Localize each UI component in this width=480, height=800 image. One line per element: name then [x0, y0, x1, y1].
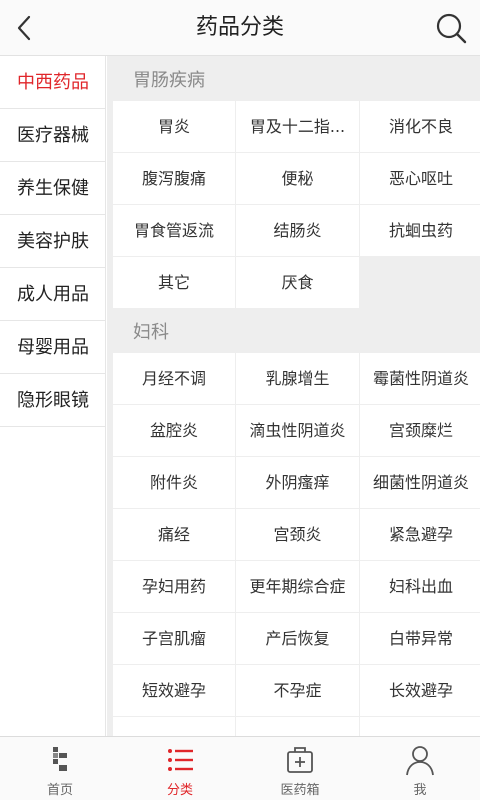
tab-category[interactable]: 分类 [120, 737, 240, 800]
user-icon [406, 746, 434, 776]
tab-label: 分类 [166, 783, 193, 798]
tab-home[interactable]: 首页 [0, 737, 120, 800]
subcategory-item[interactable]: 子宫肌瘤 [113, 613, 235, 664]
sidebar-item-adult-products[interactable]: 成人用品 [0, 268, 105, 321]
subcategory-item[interactable]: 结肠炎 [236, 205, 359, 256]
subcategory-item[interactable]: 恶心呕吐 [360, 153, 480, 204]
tab-label: 我 [413, 783, 427, 798]
tab-label: 首页 [46, 783, 73, 798]
subcategory-item[interactable]: 长效避孕 [360, 665, 480, 716]
subcategory-item[interactable]: 白带异常 [360, 613, 480, 664]
subcategory-item[interactable]: 附件炎 [113, 457, 235, 508]
subcategory-item[interactable]: 胃食管返流 [113, 205, 235, 256]
subcategory-item[interactable]: 霉菌性阴道炎 [360, 353, 480, 404]
subcategory-item[interactable]: 短效避孕 [113, 665, 235, 716]
subcategory-item[interactable]: 紧急避孕 [360, 509, 480, 560]
subcategory-grid-gynecology: 月经不调 乳腺增生 霉菌性阴道炎 盆腔炎 滴虫性阴道炎 宫颈糜烂 附件炎 外阴瘙… [113, 353, 480, 736]
subcategory-item[interactable]: 抗蛔虫药 [360, 205, 480, 256]
subcategory-grid-gastro: 胃炎 胃及十二指... 消化不良 腹泻腹痛 便秘 恶心呕吐 胃食管返流 结肠炎 … [113, 101, 480, 308]
subcategory-item[interactable]: 乳腺增生 [236, 353, 359, 404]
tab-medicine-box[interactable]: 医药箱 [240, 737, 360, 800]
subcategory-item[interactable]: 其它 [113, 257, 235, 308]
subcategory-item-partial[interactable] [360, 717, 480, 736]
subcategory-item[interactable]: 宫颈炎 [236, 509, 359, 560]
tab-me[interactable]: 我 [360, 737, 480, 800]
sidebar-item-medical-devices[interactable]: 医疗器械 [0, 109, 105, 162]
sidebar-item-beauty-skincare[interactable]: 美容护肤 [0, 215, 105, 268]
subcategory-item[interactable]: 痛经 [113, 509, 235, 560]
subcategory-item-partial[interactable] [113, 717, 235, 736]
subcategory-item[interactable]: 便秘 [236, 153, 359, 204]
subcategory-item[interactable]: 宫颈糜烂 [360, 405, 480, 456]
top-bar: 药品分类 [0, 0, 480, 56]
subcategory-item[interactable]: 月经不调 [113, 353, 235, 404]
section-title-gastro: 胃肠疾病 [133, 70, 205, 91]
subcategory-item[interactable]: 外阴瘙痒 [236, 457, 359, 508]
bottom-tab-bar: 首页 分类 医药箱 我 [0, 736, 480, 800]
sidebar-item-health-care[interactable]: 养生保健 [0, 162, 105, 215]
subcategory-item[interactable]: 盆腔炎 [113, 405, 235, 456]
subcategory-item[interactable]: 产后恢复 [236, 613, 359, 664]
subcategory-item[interactable]: 更年期综合症 [236, 561, 359, 612]
medicine-box-icon [287, 747, 313, 773]
subcategory-item[interactable]: 不孕症 [236, 665, 359, 716]
subcategory-item[interactable]: 腹泻腹痛 [113, 153, 235, 204]
subcategory-item[interactable]: 孕妇用药 [113, 561, 235, 612]
page-title: 药品分类 [195, 15, 284, 40]
sidebar-item-contact-lenses[interactable]: 隐形眼镜 [0, 374, 105, 427]
sidebar-item-mother-baby[interactable]: 母婴用品 [0, 321, 105, 374]
category-sidebar: 中西药品 医疗器械 养生保健 美容护肤 成人用品 母婴用品 隐形眼镜 [0, 56, 106, 736]
subcategory-item[interactable]: 消化不良 [360, 101, 480, 152]
subcategory-item[interactable]: 妇科出血 [360, 561, 480, 612]
section-title-gynecology: 妇科 [133, 322, 169, 343]
tab-label: 医药箱 [280, 783, 320, 798]
home-icon [53, 747, 67, 771]
search-icon[interactable] [434, 11, 468, 45]
subcategory-item[interactable]: 胃及十二指... [236, 101, 359, 152]
subcategory-item[interactable]: 厌食 [236, 257, 359, 308]
subcategory-item[interactable]: 滴虫性阴道炎 [236, 405, 359, 456]
subcategory-item[interactable]: 胃炎 [113, 101, 235, 152]
sidebar-item-western-chinese-medicine[interactable]: 中西药品 [0, 56, 105, 109]
subcategory-panel: 胃肠疾病 胃炎 胃及十二指... 消化不良 腹泻腹痛 便秘 恶心呕吐 胃食管返流… [107, 56, 480, 736]
subcategory-item[interactable]: 细菌性阴道炎 [360, 457, 480, 508]
category-list-icon [168, 749, 193, 771]
subcategory-item-partial[interactable] [236, 717, 359, 736]
